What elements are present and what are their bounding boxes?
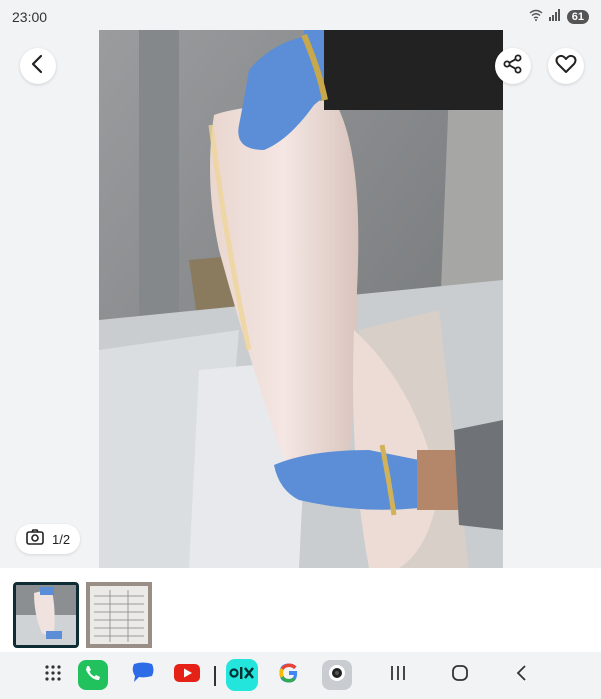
chat-bubble-icon (131, 662, 155, 689)
screen: 23:00 61 1/2 (0, 0, 601, 699)
youtube-app[interactable] (172, 660, 202, 690)
wifi-icon (529, 8, 543, 26)
system-back-button[interactable] (507, 660, 537, 690)
home-icon (451, 664, 469, 687)
thumbnail-1[interactable] (13, 582, 79, 648)
messages-app[interactable] (128, 660, 158, 690)
battery-indicator: 61 (566, 10, 589, 24)
share-icon (503, 54, 523, 79)
home-button[interactable] (445, 660, 475, 690)
recent-apps-button[interactable] (383, 660, 413, 690)
olx-app[interactable] (226, 659, 258, 691)
photo-gallery[interactable]: 1/2 (0, 30, 601, 568)
youtube-icon (174, 663, 200, 687)
product-photo[interactable] (99, 30, 503, 568)
back-arrow-icon (515, 664, 529, 687)
phone-app[interactable] (78, 660, 108, 690)
recent-apps-icon (389, 664, 407, 687)
heart-icon (555, 54, 577, 79)
signal-icon (548, 8, 561, 26)
app-drawer-button[interactable] (38, 660, 68, 690)
system-navigation-bar (0, 652, 601, 699)
chevron-left-icon (30, 54, 46, 79)
phone-icon (85, 665, 101, 686)
status-time: 23:00 (12, 9, 48, 25)
camera-app[interactable] (322, 660, 352, 690)
share-button[interactable] (495, 48, 531, 84)
google-icon (278, 662, 300, 689)
status-bar: 23:00 61 (0, 0, 601, 34)
camera-icon (26, 528, 44, 550)
back-button[interactable] (20, 48, 56, 84)
olx-logo-icon (229, 666, 255, 685)
grid-icon (44, 664, 62, 687)
status-indicators: 61 (529, 8, 589, 26)
dock-divider (214, 666, 216, 686)
thumbnail-strip (0, 568, 601, 652)
google-app[interactable] (274, 660, 304, 690)
photo-counter-text: 1/2 (52, 531, 71, 547)
thumbnail-2[interactable] (86, 582, 152, 648)
photo-counter: 1/2 (16, 524, 81, 554)
favorite-button[interactable] (548, 48, 584, 84)
camera-lens-icon (327, 663, 347, 688)
